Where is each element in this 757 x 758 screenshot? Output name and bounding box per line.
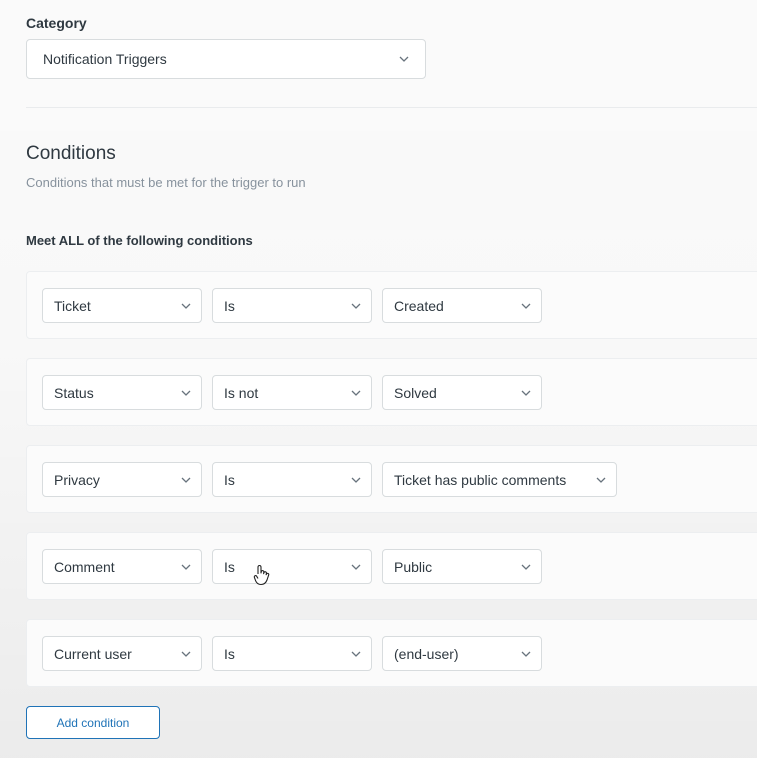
condition-operator-value: Is xyxy=(224,558,235,575)
chevron-down-icon xyxy=(181,303,191,309)
condition-value-text: Created xyxy=(394,297,444,314)
category-select[interactable]: Notification Triggers xyxy=(26,39,426,79)
condition-value-text: (end-user) xyxy=(394,645,459,662)
chevron-down-icon xyxy=(399,56,409,62)
condition-operator-value: Is xyxy=(224,471,235,488)
chevron-down-icon xyxy=(181,564,191,570)
condition-value-text: Public xyxy=(394,558,433,575)
chevron-down-icon xyxy=(351,477,361,483)
condition-operator-select[interactable]: Is xyxy=(212,549,372,584)
condition-value-select[interactable]: Solved xyxy=(382,375,542,410)
condition-row: Current user Is (end-user) xyxy=(26,619,757,687)
chevron-down-icon xyxy=(351,390,361,396)
chevron-down-icon xyxy=(351,564,361,570)
condition-row: Status Is not Solved xyxy=(26,358,757,426)
condition-value-select[interactable]: Ticket has public comments xyxy=(382,462,617,497)
condition-operator-select[interactable]: Is xyxy=(212,462,372,497)
add-condition-button[interactable]: Add condition xyxy=(26,706,160,739)
condition-value-text: Ticket has public comments xyxy=(394,471,567,488)
condition-field-select[interactable]: Status xyxy=(42,375,202,410)
condition-field-value: Current user xyxy=(54,645,132,662)
condition-field-value: Privacy xyxy=(54,471,100,488)
condition-field-select[interactable]: Privacy xyxy=(42,462,202,497)
condition-field-value: Status xyxy=(54,384,94,401)
condition-field-value: Ticket xyxy=(54,297,91,314)
conditions-title: Conditions xyxy=(26,143,116,164)
chevron-down-icon xyxy=(596,477,606,483)
condition-field-select[interactable]: Current user xyxy=(42,636,202,671)
section-divider xyxy=(26,107,757,108)
chevron-down-icon xyxy=(181,390,191,396)
chevron-down-icon xyxy=(181,477,191,483)
condition-row: Ticket Is Created xyxy=(26,271,757,339)
condition-operator-value: Is xyxy=(224,645,235,662)
chevron-down-icon xyxy=(351,651,361,657)
category-label: Category xyxy=(26,15,87,31)
condition-operator-value: Is xyxy=(224,297,235,314)
chevron-down-icon xyxy=(181,651,191,657)
condition-row: Comment Is Public xyxy=(26,532,757,600)
condition-field-select[interactable]: Ticket xyxy=(42,288,202,323)
condition-operator-select[interactable]: Is not xyxy=(212,375,372,410)
condition-value-select[interactable]: Public xyxy=(382,549,542,584)
conditions-description: Conditions that must be met for the trig… xyxy=(26,175,306,190)
condition-row: Privacy Is Ticket has public comments xyxy=(26,445,757,513)
chevron-down-icon xyxy=(521,564,531,570)
chevron-down-icon xyxy=(521,390,531,396)
condition-value-select[interactable]: Created xyxy=(382,288,542,323)
condition-value-text: Solved xyxy=(394,384,437,401)
condition-value-select[interactable]: (end-user) xyxy=(382,636,542,671)
condition-field-select[interactable]: Comment xyxy=(42,549,202,584)
chevron-down-icon xyxy=(521,303,531,309)
condition-operator-value: Is not xyxy=(224,384,259,401)
condition-field-value: Comment xyxy=(54,558,115,575)
chevron-down-icon xyxy=(351,303,361,309)
condition-operator-select[interactable]: Is xyxy=(212,288,372,323)
chevron-down-icon xyxy=(521,651,531,657)
condition-operator-select[interactable]: Is xyxy=(212,636,372,671)
hand-pointer-icon xyxy=(253,564,270,586)
meet-all-label: Meet ALL of the following conditions xyxy=(26,233,253,248)
category-select-value: Notification Triggers xyxy=(43,51,167,67)
